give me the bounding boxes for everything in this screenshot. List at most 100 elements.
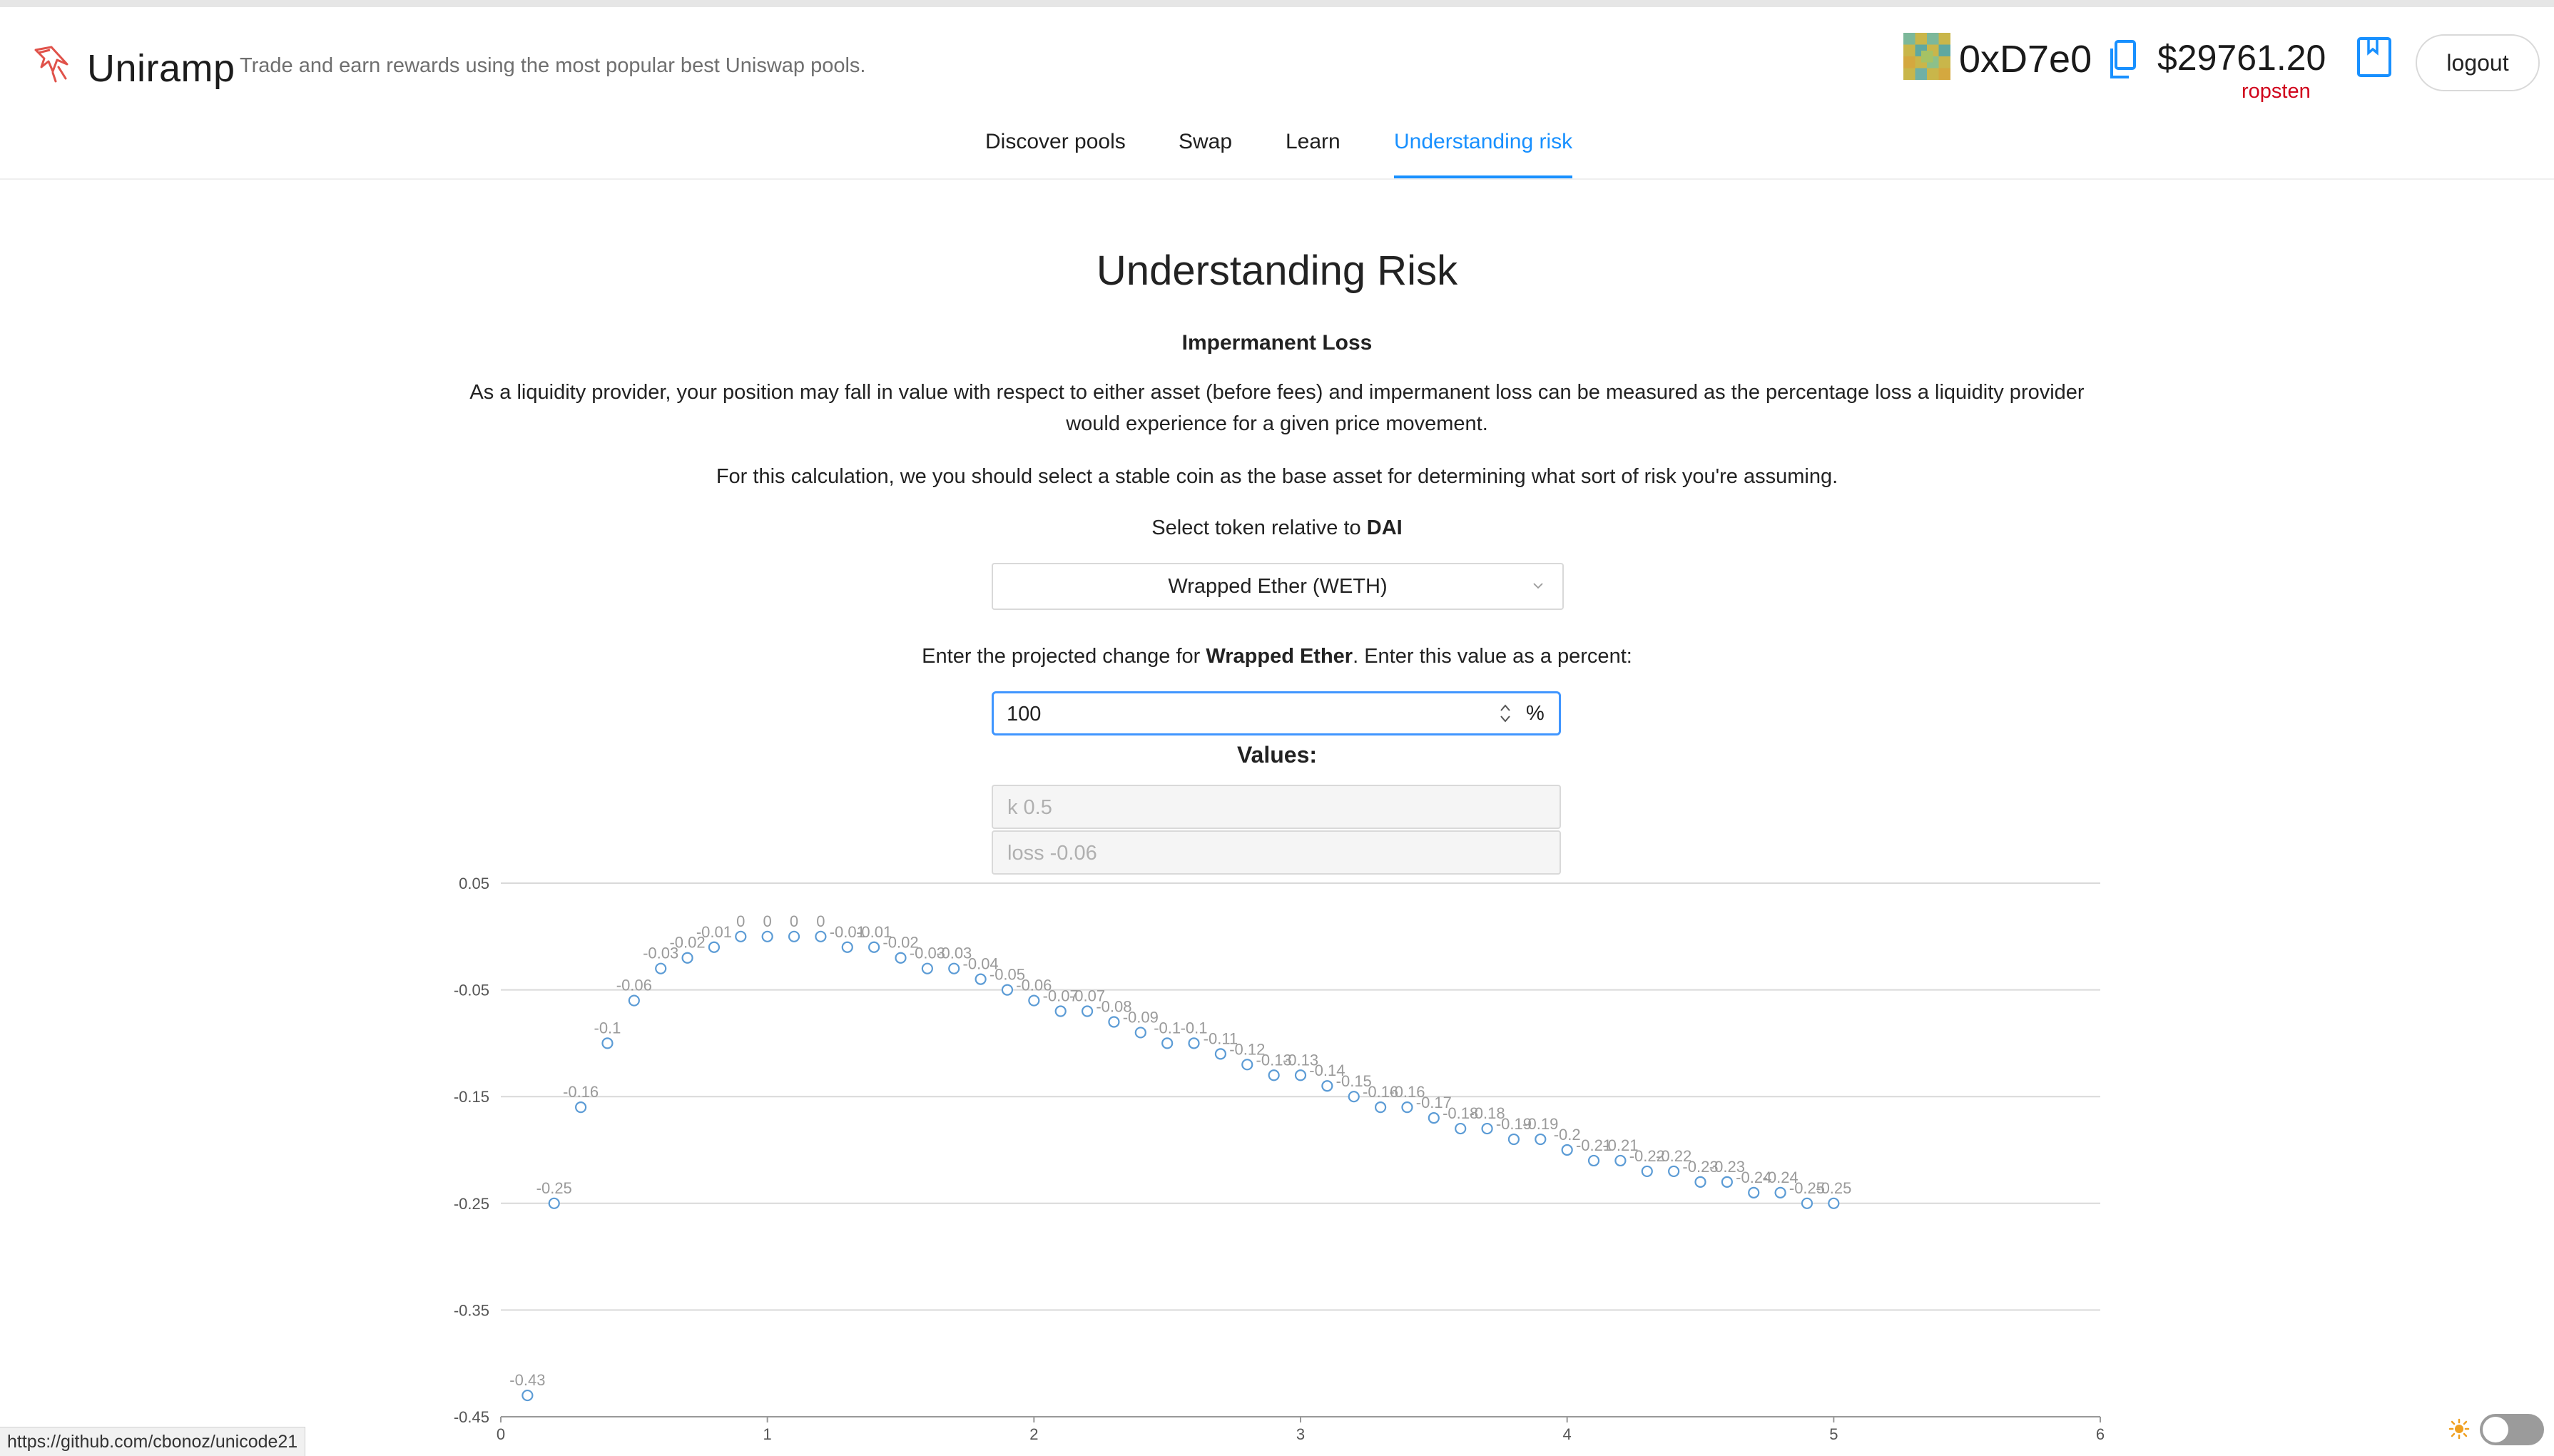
data-point <box>841 941 853 953</box>
impermanent-loss-chart: 0.05 -0.05 -0.15 -0.25 -0.35 -0.45 0 1 2 3 4 5 6 -0.4… <box>454 875 2105 1443</box>
x-tick-label: 1 <box>763 1425 772 1443</box>
data-point <box>681 952 693 964</box>
data-point <box>1614 1154 1627 1167</box>
data-point <box>735 930 747 942</box>
change-prompt-suffix: . Enter this value as a percent: <box>1353 645 1632 668</box>
data-point <box>1828 1197 1840 1209</box>
data-label: -0.25 <box>536 1179 572 1197</box>
y-tick-label: 0.05 <box>459 875 489 892</box>
data-point <box>1241 1059 1253 1071</box>
percent-input-wrap: % <box>992 691 1561 735</box>
brand-name[interactable]: Uniramp <box>87 46 235 91</box>
data-label: 0 <box>736 912 745 930</box>
percent-suffix: % <box>1526 702 1545 725</box>
page-title: Understanding Risk <box>1096 248 1458 294</box>
data-point <box>1374 1101 1387 1114</box>
data-point <box>628 994 640 1007</box>
data-label: -0.25 <box>1816 1179 1851 1197</box>
chevron-down-icon <box>1533 583 1543 589</box>
data-point <box>1641 1165 1653 1178</box>
tagline: Trade and earn rewards using the most po… <box>240 54 866 77</box>
data-point <box>655 962 667 974</box>
tab-swap[interactable]: Swap <box>1179 130 1232 175</box>
data-point <box>1081 1005 1094 1017</box>
data-point <box>1587 1154 1600 1167</box>
y-tick-label: -0.15 <box>454 1088 489 1106</box>
data-point <box>1507 1133 1520 1146</box>
data-point <box>1294 1069 1307 1081</box>
x-tick-label: 5 <box>1829 1425 1838 1443</box>
data-label: -0.01 <box>696 923 732 941</box>
data-point <box>1161 1037 1174 1049</box>
data-point <box>548 1197 560 1209</box>
data-point <box>1668 1165 1680 1178</box>
data-label: -0.06 <box>616 977 652 994</box>
x-tick-label: 2 <box>1029 1425 1038 1443</box>
theme-toggle[interactable] <box>2480 1414 2544 1445</box>
data-point <box>1561 1144 1573 1156</box>
data-point <box>1268 1069 1280 1081</box>
data-point <box>1321 1080 1333 1092</box>
data-point <box>815 930 827 942</box>
data-point <box>975 973 987 985</box>
data-label: -0.43 <box>509 1371 545 1389</box>
change-prompt: Enter the projected change for Wrapped E… <box>457 641 2097 672</box>
data-point <box>1481 1122 1493 1135</box>
data-point <box>1721 1176 1733 1188</box>
data-point <box>1214 1048 1227 1060</box>
token-select[interactable]: Wrapped Ether (WETH) <box>992 563 1564 610</box>
change-prompt-text: Enter the projected change for <box>922 645 1206 668</box>
data-label: 0 <box>763 912 772 930</box>
logout-button[interactable]: logout <box>2416 34 2540 91</box>
data-point <box>1134 1027 1146 1039</box>
y-tick-label: -0.35 <box>454 1301 489 1319</box>
top-border <box>0 0 2554 7</box>
data-point <box>1535 1133 1547 1146</box>
data-point <box>1028 994 1040 1007</box>
x-tick-label: 6 <box>2096 1425 2105 1443</box>
data-label: -0.1 <box>594 1019 621 1037</box>
data-point <box>1455 1122 1467 1135</box>
data-point <box>1108 1016 1120 1028</box>
y-tick-label: -0.25 <box>454 1195 489 1213</box>
percent-input[interactable] <box>1005 699 1472 729</box>
network-label: ropsten <box>2242 80 2311 103</box>
app-header: Uniramp Trade and earn rewards using the… <box>0 7 2554 114</box>
select-prompt-text: Select token relative to <box>1151 516 1367 539</box>
data-point <box>895 952 907 964</box>
intro-paragraph: As a liquidity provider, your position m… <box>469 381 2085 435</box>
y-tick-label: -0.45 <box>454 1408 489 1426</box>
change-token: Wrapped Ether <box>1206 645 1353 668</box>
data-point <box>1694 1176 1706 1188</box>
tab-learn[interactable]: Learn <box>1286 130 1340 175</box>
copy-icon[interactable] <box>2106 39 2139 81</box>
data-point <box>921 962 933 974</box>
data-point <box>788 930 800 942</box>
book-icon[interactable] <box>2356 36 2393 78</box>
base-token: DAI <box>1366 516 1403 539</box>
nav-tabs: Discover pools Swap Learn Understanding … <box>0 114 2554 180</box>
number-stepper-icon[interactable] <box>1497 701 1513 726</box>
x-tick-label: 0 <box>497 1425 505 1443</box>
data-point <box>761 930 773 942</box>
data-point <box>1428 1112 1440 1124</box>
section-subtitle: Impermanent Loss <box>1181 331 1373 355</box>
calc-paragraph: For this calculation, we you should sele… <box>716 465 1838 488</box>
data-point <box>1188 1037 1200 1049</box>
tab-understanding-risk[interactable]: Understanding risk <box>1394 130 1573 178</box>
uniramp-logo-icon[interactable] <box>31 43 71 86</box>
x-tick-label: 4 <box>1563 1425 1572 1443</box>
data-point <box>1001 984 1014 996</box>
wallet-address: 0xD7e0 <box>1959 38 2092 81</box>
loss-value-field: loss -0.06 <box>992 830 1561 875</box>
data-label: 0 <box>816 912 825 930</box>
data-label: 0 <box>790 912 798 930</box>
values-label: Values: <box>1236 742 1318 768</box>
data-label: -0.1 <box>1154 1019 1181 1037</box>
toggle-knob <box>2483 1417 2508 1442</box>
data-point <box>708 941 721 953</box>
tab-discover-pools[interactable]: Discover pools <box>985 130 1126 175</box>
data-point <box>1774 1186 1786 1198</box>
data-point <box>1054 1005 1067 1017</box>
data-point <box>1748 1186 1760 1198</box>
